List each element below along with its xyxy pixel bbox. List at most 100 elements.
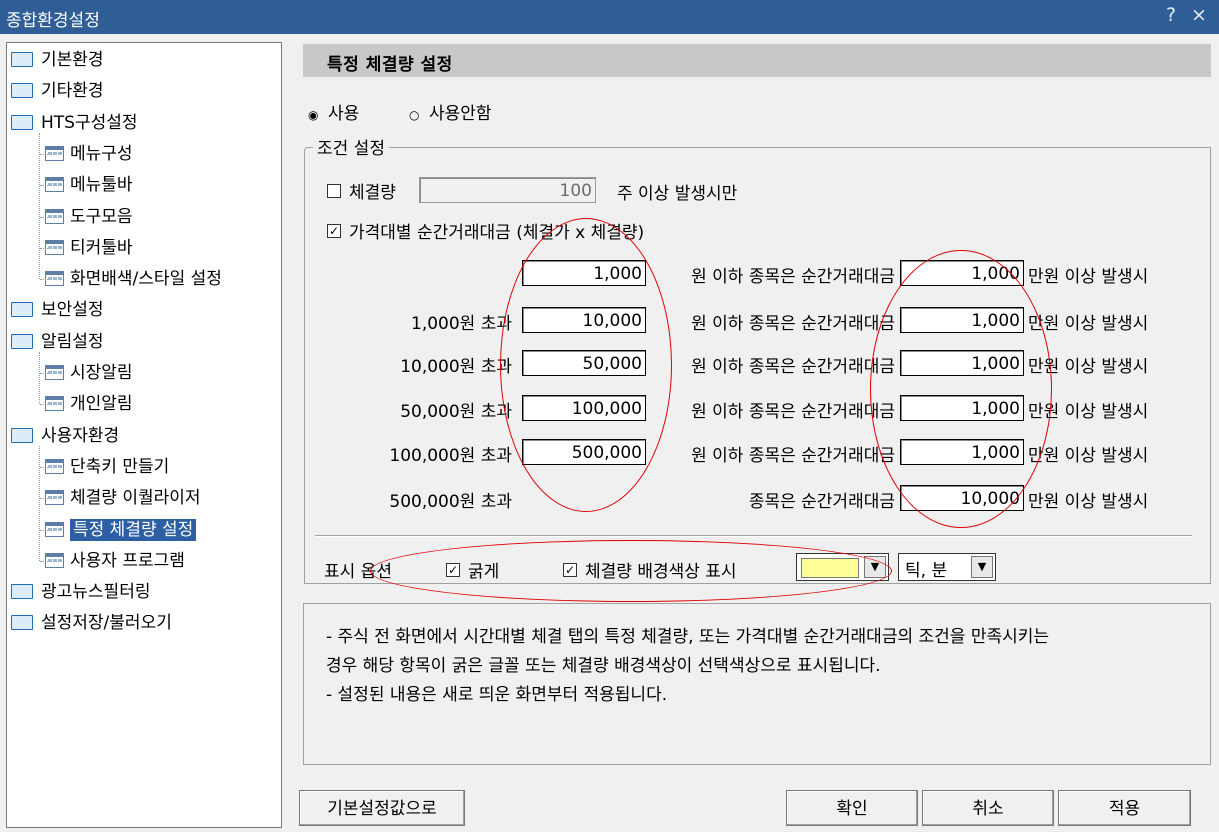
ok-button[interactable]: 확인	[786, 790, 918, 826]
tree-connector	[40, 154, 48, 155]
tree-item[interactable]: 사용자환경	[11, 422, 119, 450]
row-tail-text: 만원 이상 발생시	[1028, 267, 1149, 287]
tree-item-label: 특정 체결량 설정	[70, 519, 197, 541]
qty-input[interactable]: 100	[419, 177, 596, 203]
folder-icon	[11, 583, 33, 599]
amount-input[interactable]: 10,000	[900, 485, 1024, 511]
bgcolor-label: 체결량 배경색상 표시	[585, 562, 737, 582]
tree-item-label: 시장알림	[70, 363, 133, 383]
bgcolor-checkbox-row[interactable]: ✓ 체결량 배경색상 표시	[563, 557, 737, 582]
tree-item[interactable]: 기본환경	[11, 46, 104, 74]
price-checkbox[interactable]: ✓	[327, 224, 341, 238]
folder-icon	[11, 114, 33, 130]
amount-input[interactable]: 1,000	[900, 307, 1024, 333]
separator	[315, 535, 1192, 537]
amount-input[interactable]: 1,000	[900, 439, 1024, 465]
page-icon	[45, 270, 64, 286]
tree-item-label: 메뉴툴바	[70, 175, 133, 195]
tree-item[interactable]: 티커툴바	[45, 234, 133, 262]
tree-item-label: 도구모음	[70, 207, 133, 227]
folder-icon	[11, 51, 33, 67]
tree-item[interactable]: 특정 체결량 설정	[45, 516, 197, 544]
tree-item[interactable]: 기타환경	[11, 77, 104, 105]
apply-button[interactable]: 적용	[1058, 790, 1191, 826]
chevron-down-icon[interactable]: ▼	[971, 556, 993, 578]
radio-nouse[interactable]: ○ 사용안함	[409, 99, 492, 124]
page-icon	[45, 176, 64, 192]
tree-item[interactable]: 설정저장/불러오기	[11, 609, 172, 637]
unit-select-value: 틱, 분	[905, 561, 948, 581]
upto-input[interactable]: 50,000	[522, 350, 646, 376]
tree-item[interactable]: 단축키 만들기	[45, 453, 169, 481]
color-swatch	[801, 558, 859, 578]
tree-connector	[40, 498, 48, 499]
help-icon[interactable]: ?	[1166, 4, 1176, 26]
tree-item[interactable]: 보안설정	[11, 296, 104, 324]
tree-item[interactable]: 시장알림	[45, 359, 133, 387]
amount-input[interactable]: 1,000	[900, 260, 1024, 286]
tree-item-label: 사용자 프로그램	[70, 551, 185, 571]
row-prefix: 1,000원 초과	[411, 314, 512, 334]
tree-item[interactable]: 메뉴구성	[45, 140, 133, 168]
tree-connector	[39, 133, 40, 279]
radio-empty-icon: ○	[409, 108, 420, 122]
row-tail-text: 만원 이상 발생시	[1028, 314, 1149, 334]
info-box: - 주식 전 화면에서 시간대별 체결 탭의 특정 체결량, 또는 가격대별 순…	[303, 603, 1211, 765]
tree-connector	[40, 373, 48, 374]
row-prefix: 100,000원 초과	[389, 446, 512, 466]
price-label: 가격대별 순간거래대금 (체결가 x 체결량)	[349, 223, 645, 243]
tree-item-label: 보안설정	[41, 300, 104, 320]
upto-input[interactable]: 100,000	[522, 395, 646, 421]
qty-checkbox[interactable]	[327, 184, 341, 198]
close-icon[interactable]: ×	[1191, 4, 1207, 26]
info-line-1: - 주식 전 화면에서 시간대별 체결 탭의 특정 체결량, 또는 가격대별 순…	[326, 627, 1050, 647]
qty-checkbox-row[interactable]: 체결량	[327, 178, 396, 203]
row-middle-text: 원 이하 종목은 순간거래대금	[691, 446, 895, 466]
tree-item[interactable]: 메뉴툴바	[45, 171, 133, 199]
radio-use[interactable]: ◉ 사용	[308, 99, 359, 124]
amount-input[interactable]: 1,000	[900, 350, 1024, 376]
tree-item[interactable]: 사용자 프로그램	[45, 547, 185, 575]
amount-input[interactable]: 1,000	[900, 395, 1024, 421]
tree-item[interactable]: HTS구성설정	[11, 109, 138, 137]
upto-input[interactable]: 10,000	[522, 307, 646, 333]
bold-label: 굵게	[468, 562, 500, 582]
unit-select[interactable]: 틱, 분 ▼	[898, 553, 996, 581]
page-icon	[45, 552, 64, 568]
price-checkbox-row[interactable]: ✓ 가격대별 순간거래대금 (체결가 x 체결량)	[327, 218, 644, 243]
row-middle-text: 원 이하 종목은 순간거래대금	[691, 402, 895, 422]
row-tail-text: 만원 이상 발생시	[1028, 357, 1149, 377]
tree-item-label: HTS구성설정	[41, 113, 138, 133]
tree-item-label: 기타환경	[41, 81, 104, 101]
bold-checkbox-row[interactable]: ✓ 굵게	[446, 557, 499, 582]
row-tail-text: 만원 이상 발생시	[1028, 402, 1149, 422]
tree-item[interactable]: 개인알림	[45, 390, 133, 418]
window-title: 종합환경설정	[6, 11, 100, 31]
row-prefix: 10,000원 초과	[400, 357, 512, 377]
bold-checkbox[interactable]: ✓	[446, 563, 460, 577]
display-options-label: 표시 옵션	[324, 562, 392, 582]
page-icon	[45, 458, 64, 474]
default-settings-button[interactable]: 기본설정값으로	[299, 790, 465, 826]
chevron-down-icon[interactable]: ▼	[864, 556, 886, 578]
radio-selected-icon: ◉	[308, 108, 319, 122]
tree-item[interactable]: 알림설정	[11, 328, 104, 356]
cancel-button[interactable]: 취소	[922, 790, 1054, 826]
bgcolor-checkbox[interactable]: ✓	[563, 563, 577, 577]
page-icon	[45, 208, 64, 224]
qty-suffix: 주 이상 발생시만	[617, 184, 738, 204]
info-line-2: 경우 해당 항목이 굵은 글꼴 또는 체결량 배경색상이 선택색상으로 표시됩니…	[326, 656, 881, 676]
tree-connector	[40, 248, 48, 249]
page-icon	[45, 489, 64, 505]
tree-item[interactable]: 체결량 이퀄라이저	[45, 484, 201, 512]
upto-input[interactable]: 500,000	[522, 439, 646, 465]
tree-item-label: 알림설정	[41, 332, 104, 352]
upto-input[interactable]: 1,000	[522, 260, 646, 286]
tree-item[interactable]: 화면배색/스타일 설정	[45, 265, 222, 293]
tree-connector	[40, 467, 48, 468]
tree-connector	[40, 279, 48, 280]
color-picker[interactable]: ▼	[796, 553, 889, 581]
tree-item[interactable]: 광고뉴스필터링	[11, 578, 150, 606]
tree-item[interactable]: 도구모음	[45, 203, 133, 231]
radio-nouse-label: 사용안함	[429, 104, 492, 124]
